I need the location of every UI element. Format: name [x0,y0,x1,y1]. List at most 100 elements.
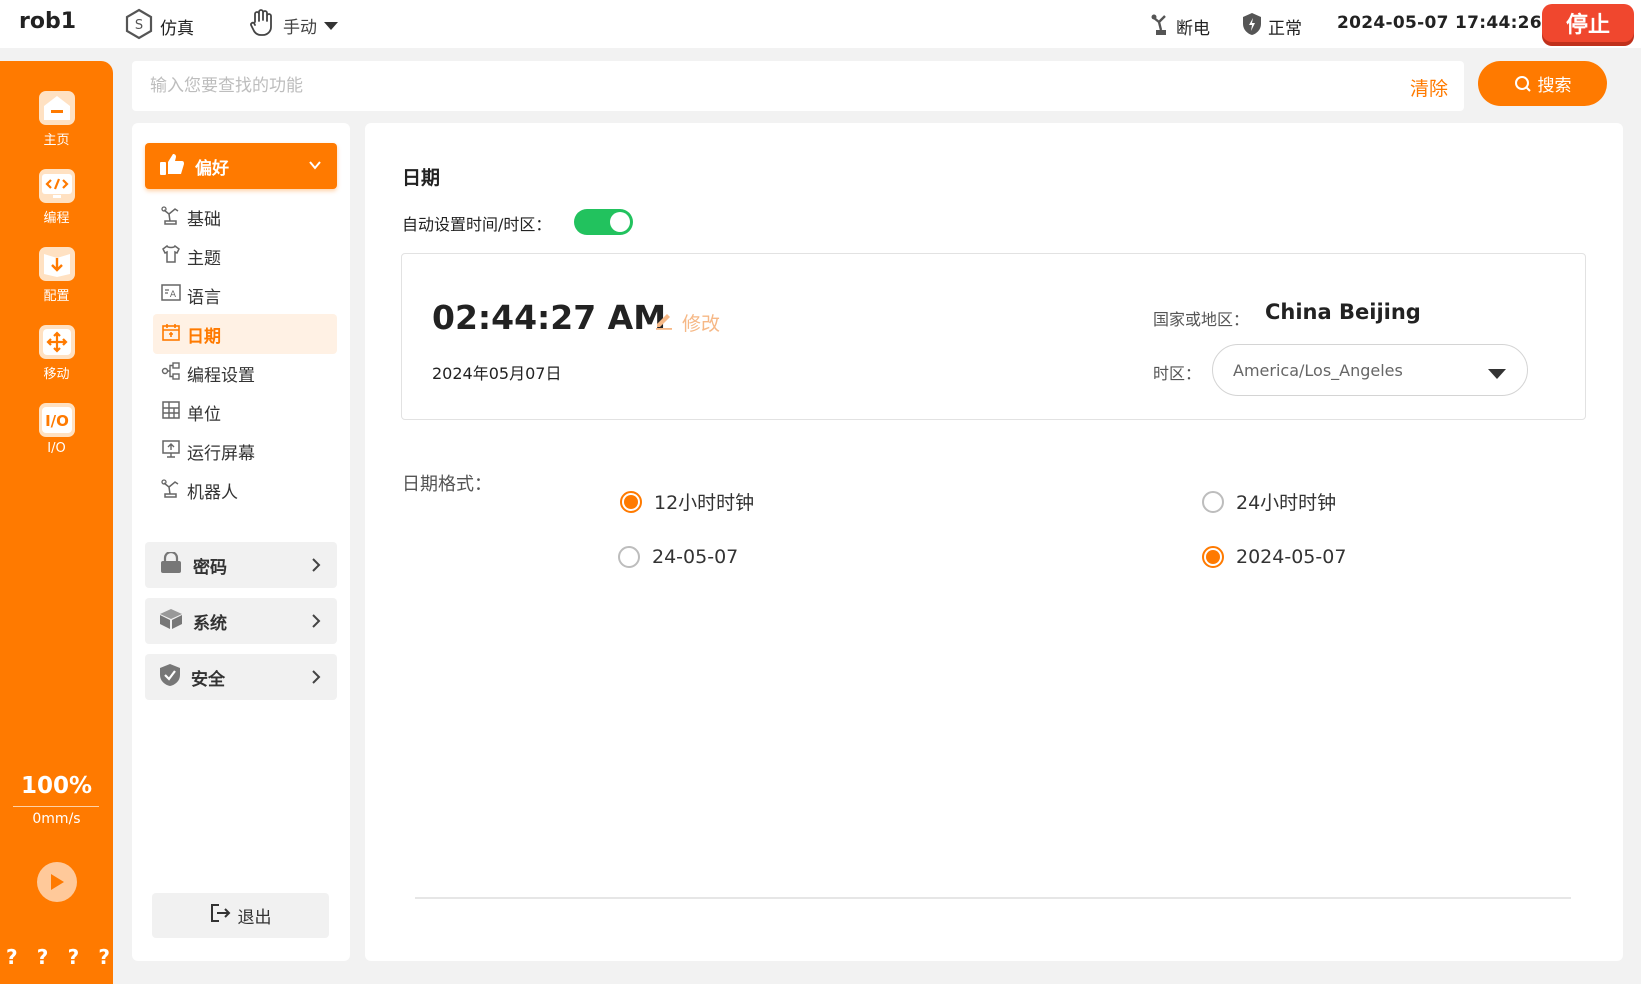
radio-short-date[interactable]: 24-05-07 [618,546,738,568]
rail-label-config: 配置 [43,289,70,304]
safety-status: 正常 [1242,12,1302,41]
sub-item-label: 语言 [187,287,221,308]
timezone-select[interactable]: America/Los_Angeles [1212,344,1528,396]
sub-item-robot[interactable]: 机器人 [153,470,337,510]
search-button-label: 搜索 [1537,76,1572,96]
help-icon[interactable]: ? [6,945,18,969]
svg-text:A: A [170,290,177,300]
manual-mode-dropdown[interactable]: 手动 [247,8,339,43]
logout-label: 退出 [237,908,272,928]
robot-arm-icon [161,478,181,503]
radio-button-checked[interactable] [620,490,642,513]
sub-item-language[interactable]: A 语言 [153,275,337,315]
edit-time-button[interactable]: 修改 [654,309,720,336]
system-datetime: 2024-05-07 17:44:26 [1337,13,1542,33]
nav-group-label: 密码 [193,557,227,578]
settings-nav-panel: 偏好 基础 主题 A 语言 日期 编程设置 单位 运行屏幕 机器人 密码 系统 … [132,123,350,961]
speed-divider [13,806,99,807]
search-input[interactable] [150,73,1300,99]
radio-button[interactable] [618,546,640,568]
sub-item-theme[interactable]: 主题 [153,236,337,276]
auto-time-toggle[interactable] [574,209,633,235]
chevron-right-icon [309,613,323,634]
rail-item-config[interactable]: 配置 [0,247,113,304]
logout-button[interactable]: 退出 [152,893,329,938]
nav-group-safety[interactable]: 安全 [145,654,337,700]
sub-item-label: 基础 [187,209,221,230]
date-format-label: 日期格式： [402,474,492,495]
chevron-down-icon [307,157,323,178]
play-button[interactable] [37,862,77,902]
power-status: 断电 [1150,12,1210,41]
sub-item-label: 运行屏幕 [187,443,255,464]
speed-percent[interactable]: 100% [0,773,113,799]
rail-item-io[interactable]: I/O I/O [0,403,113,456]
current-time: 02:44:27 AM [432,298,667,337]
country-label: 国家或地区： [1153,310,1250,329]
rail-item-programming[interactable]: 编程 [0,169,113,226]
sub-item-label: 日期 [187,326,221,347]
code-icon [38,169,75,203]
nav-group-preferences[interactable]: 偏好 [145,143,337,189]
clear-button[interactable]: 清除 [1410,74,1448,101]
screen-icon [161,439,181,464]
rail-item-home[interactable]: 主页 [0,91,113,148]
shield-check-icon [159,663,181,692]
radio-long-date[interactable]: 2024-05-07 [1202,546,1346,568]
svg-text:S: S [135,18,143,33]
logout-icon [210,903,232,928]
thumbs-up-icon [159,152,185,181]
sub-item-basic[interactable]: 基础 [153,197,337,237]
sub-item-date[interactable]: 日期 [153,314,337,354]
nav-group-password[interactable]: 密码 [145,542,337,588]
robot-power-icon [1150,12,1170,41]
date-settings-panel: 日期 自动设置时间/时区： 02:44:27 AM 修改 2024年05月07日… [365,123,1623,961]
time-card: 02:44:27 AM 修改 2024年05月07日 国家或地区： China … [401,253,1586,420]
radio-label: 2024-05-07 [1236,546,1347,568]
help-icon[interactable]: ? [68,945,80,969]
search-icon [1514,75,1531,92]
stop-button[interactable]: 停止 [1542,4,1634,42]
caret-down-icon [1487,365,1507,384]
simulation-mode[interactable]: S 仿真 [124,8,194,45]
robot-name: rob1 [19,9,77,34]
rail-item-move[interactable]: 移动 [0,325,113,382]
help-icon[interactable]: ? [98,945,110,969]
lock-icon [159,550,183,579]
radio-button[interactable] [1202,490,1224,513]
radio-button-checked[interactable] [1202,546,1224,568]
hand-icon [247,8,277,43]
timezone-value: America/Los_Angeles [1233,360,1403,380]
page-title: 日期 [402,167,441,189]
timezone-label: 时区： [1153,364,1202,383]
radio-label: 12小时时钟 [654,492,755,514]
sub-item-label: 编程设置 [187,365,255,386]
power-label: 断电 [1176,19,1210,39]
radio-24-hour[interactable]: 24小时时钟 [1202,488,1336,515]
radio-label: 24小时时钟 [1236,492,1337,514]
simulation-label: 仿真 [160,19,194,39]
radio-12-hour[interactable]: 12小时时钟 [620,488,754,515]
io-icon: I/O [38,403,75,437]
sub-item-label: 主题 [187,248,221,269]
rail-label-io: I/O [47,441,66,456]
sub-item-programming-settings[interactable]: 编程设置 [153,353,337,393]
chevron-right-icon [309,669,323,690]
calendar-icon [161,322,181,347]
search-bar: 清除 [132,61,1464,111]
language-icon: A [161,283,181,308]
search-button[interactable]: 搜索 [1478,61,1607,106]
box-icon [159,608,183,635]
top-bar: rob1 S 仿真 手动 断电 正常 2024-05-07 17:44:26 停… [0,0,1641,48]
sub-item-units[interactable]: 单位 [153,392,337,432]
help-icon[interactable]: ? [37,945,49,969]
radio-label: 24-05-07 [652,546,739,568]
edit-label: 修改 [682,313,721,335]
speed-value: 0mm/s [32,811,81,827]
sub-item-label: 单位 [187,404,221,425]
nav-group-system[interactable]: 系统 [145,598,337,644]
grid-icon [161,400,181,425]
sub-item-run-screen[interactable]: 运行屏幕 [153,431,337,471]
rail-label-home: 主页 [43,133,70,148]
nav-group-label: 系统 [193,613,227,634]
